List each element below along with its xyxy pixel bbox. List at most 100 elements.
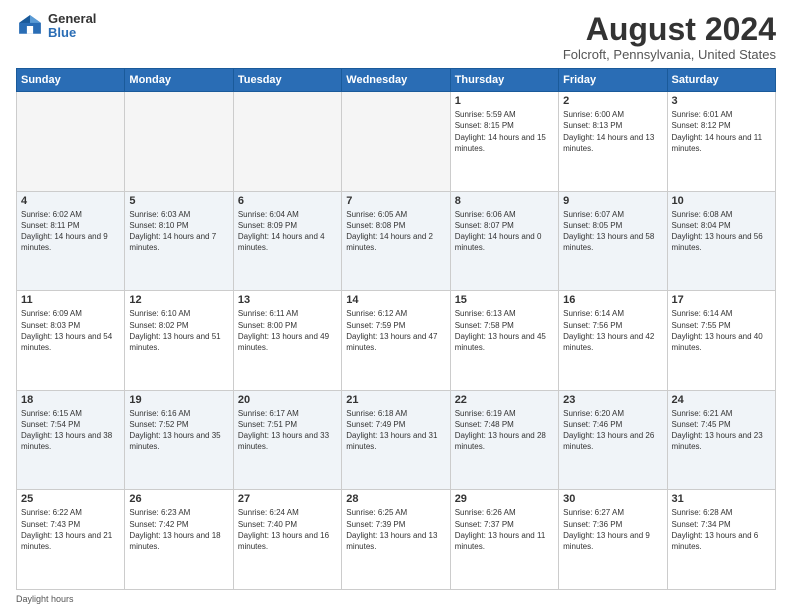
day-info: Sunrise: 6:17 AMSunset: 7:51 PMDaylight:…: [238, 408, 337, 453]
day-number: 4: [21, 195, 120, 207]
day-info: Sunrise: 6:07 AMSunset: 8:05 PMDaylight:…: [563, 209, 662, 254]
daylight-label: Daylight hours: [16, 594, 74, 604]
title-block: August 2024 Folcroft, Pennsylvania, Unit…: [563, 12, 776, 62]
day-info: Sunrise: 6:21 AMSunset: 7:45 PMDaylight:…: [672, 408, 771, 453]
day-info: Sunrise: 6:05 AMSunset: 8:08 PMDaylight:…: [346, 209, 445, 254]
calendar-cell: [342, 92, 450, 192]
location: Folcroft, Pennsylvania, United States: [563, 47, 776, 62]
day-info: Sunrise: 6:16 AMSunset: 7:52 PMDaylight:…: [129, 408, 228, 453]
day-info: Sunrise: 6:02 AMSunset: 8:11 PMDaylight:…: [21, 209, 120, 254]
day-number: 12: [129, 294, 228, 306]
calendar-cell: 8 Sunrise: 6:06 AMSunset: 8:07 PMDaylight…: [450, 191, 558, 291]
day-info: Sunrise: 6:00 AMSunset: 8:13 PMDaylight:…: [563, 109, 662, 154]
day-info: Sunrise: 6:25 AMSunset: 7:39 PMDaylight:…: [346, 507, 445, 552]
calendar-cell: 28Sunrise: 6:25 AMSunset: 7:39 PMDayligh…: [342, 490, 450, 590]
calendar-cell: 7 Sunrise: 6:05 AMSunset: 8:08 PMDaylight…: [342, 191, 450, 291]
day-number: 23: [563, 394, 662, 406]
calendar-week-row: 18 Sunrise: 6:15 AMSunset: 7:54 PMDayligh…: [17, 390, 776, 490]
calendar-cell: 24Sunrise: 6:21 AMSunset: 7:45 PMDayligh…: [667, 390, 775, 490]
calendar-cell: [125, 92, 233, 192]
calendar-cell: [17, 92, 125, 192]
day-info: Sunrise: 6:06 AMSunset: 8:07 PMDaylight:…: [455, 209, 554, 254]
month-title: August 2024: [563, 12, 776, 47]
page: General Blue August 2024 Folcroft, Penns…: [0, 0, 792, 612]
calendar-cell: 16Sunrise: 6:14 AMSunset: 7:56 PMDayligh…: [559, 291, 667, 391]
day-number: 1: [455, 95, 554, 107]
day-number: 13: [238, 294, 337, 306]
day-number: 21: [346, 394, 445, 406]
calendar-cell: 22Sunrise: 6:19 AMSunset: 7:48 PMDayligh…: [450, 390, 558, 490]
day-info: Sunrise: 6:19 AMSunset: 7:48 PMDaylight:…: [455, 408, 554, 453]
day-number: 29: [455, 493, 554, 505]
day-number: 2: [563, 95, 662, 107]
calendar-cell: 11Sunrise: 6:09 AMSunset: 8:03 PMDayligh…: [17, 291, 125, 391]
day-number: 25: [21, 493, 120, 505]
logo-general-text: General: [48, 12, 96, 26]
day-info: Sunrise: 6:11 AMSunset: 8:00 PMDaylight:…: [238, 308, 337, 353]
day-info: Sunrise: 6:20 AMSunset: 7:46 PMDaylight:…: [563, 408, 662, 453]
calendar-cell: 26Sunrise: 6:23 AMSunset: 7:42 PMDayligh…: [125, 490, 233, 590]
calendar-cell: 14Sunrise: 6:12 AMSunset: 7:59 PMDayligh…: [342, 291, 450, 391]
day-info: Sunrise: 5:59 AMSunset: 8:15 PMDaylight:…: [455, 109, 554, 154]
weekday-header: Tuesday: [233, 69, 341, 92]
day-number: 17: [672, 294, 771, 306]
day-number: 3: [672, 95, 771, 107]
day-info: Sunrise: 6:03 AMSunset: 8:10 PMDaylight:…: [129, 209, 228, 254]
calendar-cell: 6Sunrise: 6:04 AMSunset: 8:09 PMDaylight…: [233, 191, 341, 291]
calendar-cell: 31Sunrise: 6:28 AMSunset: 7:34 PMDayligh…: [667, 490, 775, 590]
weekday-header-row: SundayMondayTuesdayWednesdayThursdayFrid…: [17, 69, 776, 92]
calendar-week-row: 1 Sunrise: 5:59 AMSunset: 8:15 PMDaylight…: [17, 92, 776, 192]
calendar-cell: 27Sunrise: 6:24 AMSunset: 7:40 PMDayligh…: [233, 490, 341, 590]
calendar-cell: 19 Sunrise: 6:16 AMSunset: 7:52 PMDayligh…: [125, 390, 233, 490]
day-info: Sunrise: 6:14 AMSunset: 7:55 PMDaylight:…: [672, 308, 771, 353]
calendar-cell: 10 Sunrise: 6:08 AMSunset: 8:04 PMDayligh…: [667, 191, 775, 291]
day-number: 8: [455, 195, 554, 207]
calendar-cell: 15Sunrise: 6:13 AMSunset: 7:58 PMDayligh…: [450, 291, 558, 391]
calendar-week-row: 11Sunrise: 6:09 AMSunset: 8:03 PMDayligh…: [17, 291, 776, 391]
calendar-cell: 18 Sunrise: 6:15 AMSunset: 7:54 PMDayligh…: [17, 390, 125, 490]
day-number: 5: [129, 195, 228, 207]
logo-text: General Blue: [48, 12, 96, 41]
calendar-cell: 12 Sunrise: 6:10 AMSunset: 8:02 PMDayligh…: [125, 291, 233, 391]
weekday-header: Saturday: [667, 69, 775, 92]
day-number: 30: [563, 493, 662, 505]
weekday-header: Monday: [125, 69, 233, 92]
day-info: Sunrise: 6:27 AMSunset: 7:36 PMDaylight:…: [563, 507, 662, 552]
calendar-cell: 13 Sunrise: 6:11 AMSunset: 8:00 PMDayligh…: [233, 291, 341, 391]
logo: General Blue: [16, 12, 96, 41]
calendar-cell: 9Sunrise: 6:07 AMSunset: 8:05 PMDaylight…: [559, 191, 667, 291]
day-info: Sunrise: 6:15 AMSunset: 7:54 PMDaylight:…: [21, 408, 120, 453]
day-info: Sunrise: 6:08 AMSunset: 8:04 PMDaylight:…: [672, 209, 771, 254]
day-number: 18: [21, 394, 120, 406]
day-info: Sunrise: 6:28 AMSunset: 7:34 PMDaylight:…: [672, 507, 771, 552]
calendar-cell: 5 Sunrise: 6:03 AMSunset: 8:10 PMDaylight…: [125, 191, 233, 291]
calendar-cell: 30 Sunrise: 6:27 AMSunset: 7:36 PMDayligh…: [559, 490, 667, 590]
logo-icon: [16, 12, 44, 40]
calendar-week-row: 25 Sunrise: 6:22 AMSunset: 7:43 PMDayligh…: [17, 490, 776, 590]
day-number: 19: [129, 394, 228, 406]
day-number: 6: [238, 195, 337, 207]
day-info: Sunrise: 6:09 AMSunset: 8:03 PMDaylight:…: [21, 308, 120, 353]
day-info: Sunrise: 6:01 AMSunset: 8:12 PMDaylight:…: [672, 109, 771, 154]
day-number: 7: [346, 195, 445, 207]
calendar-cell: 25 Sunrise: 6:22 AMSunset: 7:43 PMDayligh…: [17, 490, 125, 590]
day-info: Sunrise: 6:22 AMSunset: 7:43 PMDaylight:…: [21, 507, 120, 552]
calendar-cell: 3 Sunrise: 6:01 AMSunset: 8:12 PMDaylight…: [667, 92, 775, 192]
calendar-cell: 4 Sunrise: 6:02 AMSunset: 8:11 PMDaylight…: [17, 191, 125, 291]
day-info: Sunrise: 6:12 AMSunset: 7:59 PMDaylight:…: [346, 308, 445, 353]
weekday-header: Thursday: [450, 69, 558, 92]
day-info: Sunrise: 6:13 AMSunset: 7:58 PMDaylight:…: [455, 308, 554, 353]
weekday-header: Wednesday: [342, 69, 450, 92]
weekday-header: Sunday: [17, 69, 125, 92]
calendar-cell: 20Sunrise: 6:17 AMSunset: 7:51 PMDayligh…: [233, 390, 341, 490]
day-number: 10: [672, 195, 771, 207]
day-number: 27: [238, 493, 337, 505]
calendar-cell: 21 Sunrise: 6:18 AMSunset: 7:49 PMDayligh…: [342, 390, 450, 490]
calendar-week-row: 4 Sunrise: 6:02 AMSunset: 8:11 PMDaylight…: [17, 191, 776, 291]
footer-note: Daylight hours: [16, 594, 776, 604]
calendar-table: SundayMondayTuesdayWednesdayThursdayFrid…: [16, 68, 776, 590]
weekday-header: Friday: [559, 69, 667, 92]
day-info: Sunrise: 6:18 AMSunset: 7:49 PMDaylight:…: [346, 408, 445, 453]
day-info: Sunrise: 6:10 AMSunset: 8:02 PMDaylight:…: [129, 308, 228, 353]
day-number: 26: [129, 493, 228, 505]
